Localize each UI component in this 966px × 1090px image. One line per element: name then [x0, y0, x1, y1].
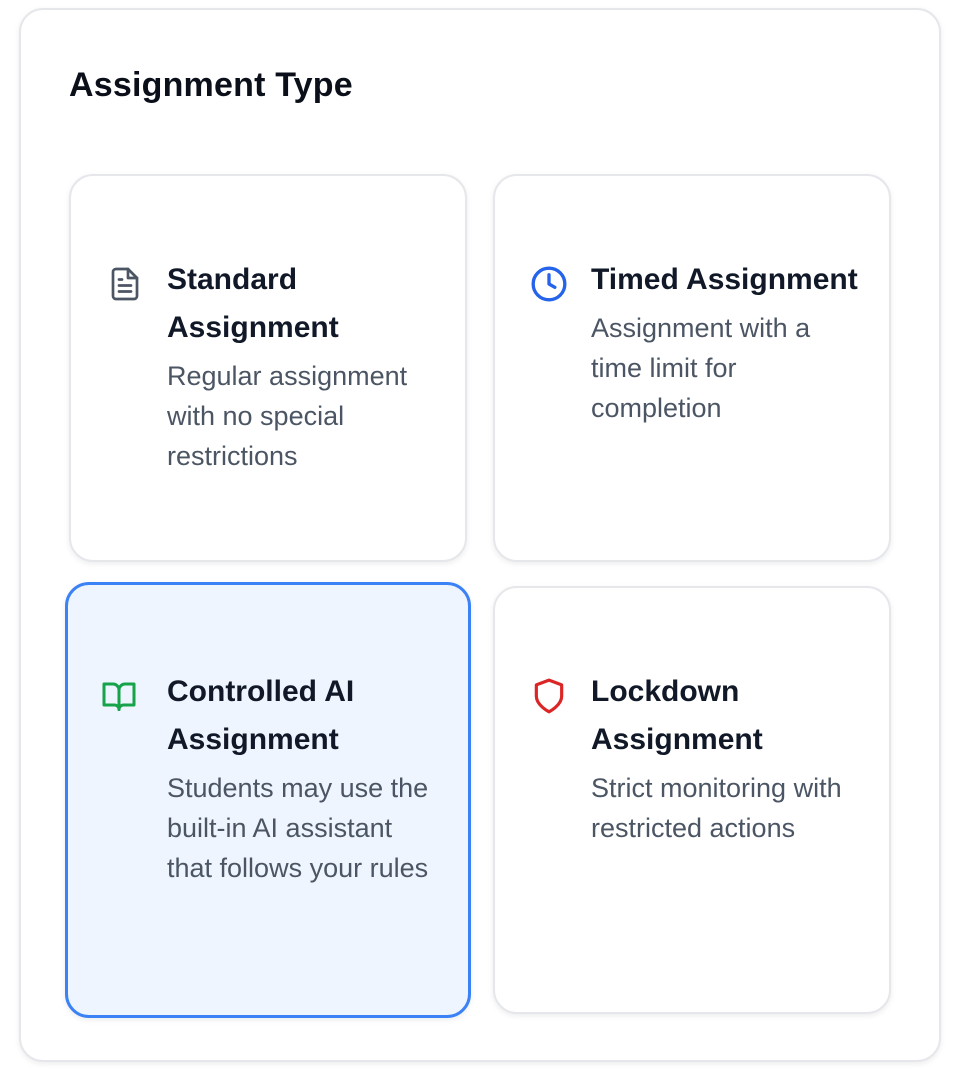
option-timed-assignment[interactable]: Timed Assignment Assignment with a time … — [493, 174, 891, 562]
option-standard-assignment[interactable]: Standard Assignment Regular assignment w… — [69, 174, 467, 562]
shield-icon — [529, 676, 569, 716]
option-description: Students may use the built-in AI assista… — [167, 773, 429, 883]
option-title: Standard Assignment — [167, 263, 339, 344]
option-lockdown-assignment[interactable]: Lockdown Assignment Strict monitoring wi… — [493, 586, 891, 1014]
document-icon — [105, 264, 145, 304]
section-title: Assignment Type — [69, 66, 353, 104]
option-description: Regular assignment with no special restr… — [167, 361, 408, 471]
option-title: Timed Assignment — [591, 263, 858, 296]
assignment-type-panel: Assignment Type Standard Assignment Regu… — [19, 8, 941, 1062]
option-description: Strict monitoring with restricted action… — [591, 773, 842, 843]
option-controlled-ai-assignment[interactable]: Controlled AI Assignment Students may us… — [65, 582, 471, 1018]
option-title: Controlled AI Assignment — [167, 675, 355, 756]
option-title: Lockdown Assignment — [591, 675, 763, 756]
book-open-icon — [99, 676, 139, 716]
option-description: Assignment with a time limit for complet… — [591, 313, 811, 423]
clock-icon — [529, 264, 569, 304]
